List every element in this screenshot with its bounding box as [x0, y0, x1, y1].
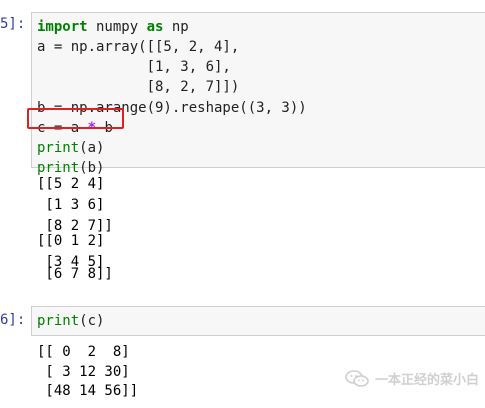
watermark-text: 一本正经的菜小白 — [374, 373, 479, 388]
output-line: [[5 2 4] — [37, 176, 105, 192]
builtin-token: print — [37, 140, 80, 156]
builtin-token: print — [37, 313, 80, 329]
output-line: [48 14 56]] — [37, 383, 139, 399]
watermark: 一本正经的菜小白 — [345, 369, 479, 388]
cell-prompt: 6]: — [0, 312, 26, 328]
code-cell-input[interactable]: print(c) — [31, 306, 485, 336]
code-cell-input[interactable]: import numpy as np a = np.array([[5, 2, … — [31, 12, 485, 176]
code-line: a = np.array([[5, 2, 4], — [37, 39, 240, 55]
code-token: (a) — [79, 140, 105, 156]
code-line: [1, 3, 6], — [37, 59, 231, 75]
keyword-token: import — [37, 19, 88, 35]
code-line: print(a) — [37, 138, 104, 159]
wechat-icon — [345, 369, 369, 387]
output-line: [[0 1 2] — [37, 233, 105, 249]
output-line: [[ 0 2 8] — [37, 344, 130, 360]
cell-prompt: 5]: — [0, 16, 26, 32]
code-line: import numpy as np — [37, 17, 189, 38]
output-line: [6 7 8]] — [37, 266, 113, 282]
code-token: numpy — [87, 19, 147, 35]
keyword-token: as — [146, 19, 164, 35]
code-line: print(c) — [37, 311, 104, 332]
output-line: [ 3 12 30] — [37, 364, 130, 380]
highlight-box — [27, 108, 124, 129]
code-token: (c) — [79, 313, 105, 329]
code-token: np — [163, 19, 189, 35]
output-line: [1 3 6] — [37, 197, 105, 213]
code-line: [8, 2, 7]]) — [37, 79, 240, 95]
